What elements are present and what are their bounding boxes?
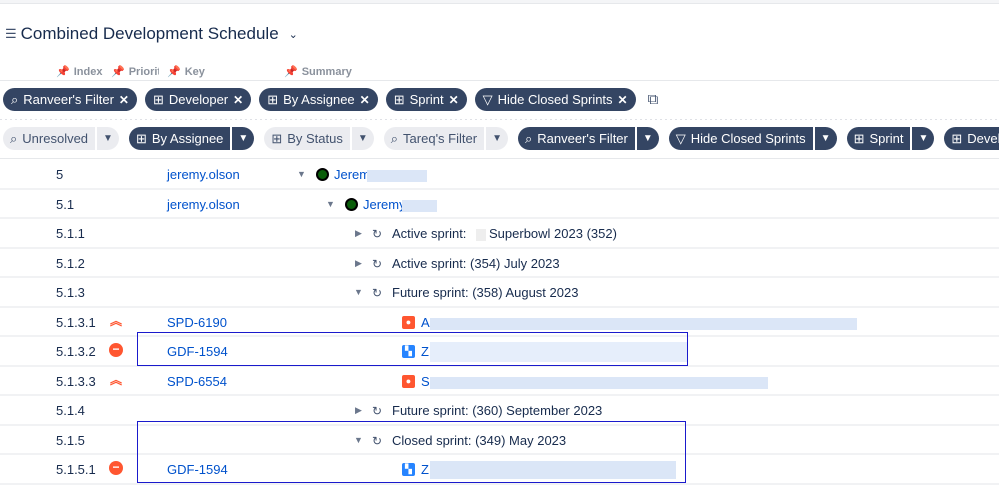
chip-ranveers-filter[interactable]: ⌕ Ranveer's Filter ✕ [3,88,137,111]
chip-by-assignee[interactable]: ⊞ By Assignee ✕ [259,88,378,111]
collapse-arrow-icon[interactable]: ▼ [354,435,363,445]
table-row[interactable]: 5.1.3.2 − GDF-1594 ▚ Z [0,337,999,367]
chevron-down-icon[interactable]: ▼ [912,127,935,150]
table-row[interactable]: 5 jeremy.olson ▼ Jerem [0,160,999,190]
sprint-icon: ↻ [372,286,383,300]
collapse-arrow-icon[interactable]: ▼ [354,287,363,297]
avatar [345,197,358,211]
bug-icon: ● [402,315,415,329]
pin-icon: 📌 [111,66,125,78]
table-row[interactable]: 5.1.3.1 ︽ SPD-6190 ● A [0,308,999,337]
chevron-down-icon[interactable]: ▼ [97,127,119,150]
close-icon[interactable]: ✕ [233,93,243,107]
pin-icon: 📌 [167,66,181,78]
sprint-icon: ↻ [372,404,383,418]
close-icon[interactable]: ✕ [449,93,459,107]
table-row[interactable]: 5.1.3.3 ︽ SPD-6554 ● S [0,367,999,396]
column-header-key[interactable]: 📌 Key [167,65,205,79]
table-row[interactable]: 5.1.4 ▶ ↻ Future sprint: (360) September… [0,396,999,426]
expand-arrow-icon[interactable]: ▶ [355,258,362,269]
bug-icon: ● [402,374,415,388]
chevron-down-icon[interactable]: ▼ [486,127,508,150]
structure-selector[interactable]: ☰ Combined Development Schedule ⌄ [5,24,298,44]
chevron-down-icon[interactable]: ▼ [351,127,374,150]
filter-icon: ▽ [482,91,493,107]
pin-icon: 📌 [284,66,298,78]
group-icon: ⊞ [267,91,279,107]
quick-filter-ranveers-filter[interactable]: ⌕ Ranveer's Filter ▼ [517,127,659,150]
table-row[interactable]: 5.1.1 ▶ ↻ Active sprint: Superbowl 2023 … [0,219,999,249]
group-icon: ⊞ [271,130,283,146]
chip-sprint[interactable]: ⊞ Sprint ✕ [385,88,467,111]
chip-developer[interactable]: ⊞ Developer ✕ [144,88,252,111]
redacted-text [430,376,768,389]
divider [0,158,999,159]
page-title: Combined Development Schedule [20,24,279,43]
quick-filters: ⌕ Unresolved ▼ ⊞ By Assignee ▼ ⊞ By Status ▼ ⌕… [3,127,999,150]
redacted-text [367,170,427,182]
chip-hide-closed-sprints[interactable]: ▽ Hide Closed Sprints ✕ [474,88,636,111]
pin-icon: 📌 [56,66,70,78]
quick-filter-sprint[interactable]: ⊞ Sprint ▼ [846,127,935,150]
column-header-summary[interactable]: 📌 Summary [284,65,352,79]
quick-filter-unresolved[interactable]: ⌕ Unresolved ▼ [3,127,119,150]
redacted-text [430,342,688,362]
priority-blocker-icon: − [109,461,123,475]
close-icon[interactable]: ✕ [618,93,628,107]
top-bar [0,0,999,4]
quick-filter-by-status[interactable]: ⊞ By Status ▼ [264,127,374,150]
expand-arrow-icon[interactable]: ▶ [355,228,362,239]
column-header-index[interactable]: 📌 Index [56,65,104,79]
redacted-text [476,229,486,241]
dotted-divider [0,119,999,120]
table-row[interactable]: 5.1.3 ▼ ↻ Future sprint: (358) August 20… [0,278,999,308]
subtask-icon: ▚ [402,345,415,358]
active-transforms: ⌕ Ranveer's Filter ✕ ⊞ Developer ✕ ⊞ By Assig… [3,88,658,111]
filter-search-icon: ⌕ [524,130,533,146]
column-header-priority[interactable]: 📌Priority [111,65,159,79]
redacted-text [430,317,857,330]
table-row[interactable]: 5.1.2 ▶ ↻ Active sprint: (354) July 2023 [0,249,999,278]
group-icon: ⊞ [393,91,405,107]
chevron-down-icon[interactable]: ▼ [232,127,255,150]
table-row[interactable]: 5.1.5 ▼ ↻ Closed sprint: (349) May 2023 [0,426,999,455]
quick-filter-hide-closed-sprints[interactable]: ▽ Hide Closed Sprints ▼ [668,127,837,150]
group-icon: ⊞ [135,130,147,146]
layers-icon[interactable]: ⧉ [648,91,659,108]
structure-grid: 5 jeremy.olson ▼ Jerem 5.1 jeremy.olson … [0,160,999,485]
avatar [316,168,329,181]
filter-search-icon: ⌕ [390,130,399,146]
quick-filter-tareqs-filter[interactable]: ⌕ Tareq's Filter ▼ [383,127,508,150]
collapse-arrow-icon[interactable]: ▼ [297,169,306,179]
table-row[interactable]: 5.1 jeremy.olson ▼ Jeremy [0,190,999,219]
quick-filter-developer[interactable]: ⊞Develop [944,127,999,150]
chevron-down-icon[interactable]: ▼ [814,127,837,150]
structure-icon: ☰ [5,26,17,41]
collapse-arrow-icon[interactable]: ▼ [326,199,335,209]
expand-arrow-icon[interactable]: ▶ [355,405,362,416]
group-icon: ⊞ [853,130,865,146]
quick-filter-by-assignee[interactable]: ⊞ By Assignee ▼ [128,127,255,150]
group-icon: ⊞ [152,91,164,107]
priority-highest-icon: ︽ [109,313,122,328]
close-icon[interactable]: ✕ [119,93,129,107]
chevron-down-icon[interactable]: ▼ [636,127,659,150]
sprint-icon: ↻ [372,227,383,241]
table-row[interactable]: 5.1.5.1 − GDF-1594 ▚ Z [0,455,999,485]
sprint-icon: ↻ [372,433,383,448]
priority-blocker-icon: − [109,343,123,357]
filter-search-icon: ⌕ [10,130,18,146]
filter-icon: ▽ [675,130,686,146]
filter-search-icon: ⌕ [11,91,19,107]
divider [0,80,999,81]
close-icon[interactable]: ✕ [360,93,370,107]
group-icon: ⊞ [951,130,963,146]
redacted-text [402,199,437,212]
subtask-icon: ▚ [402,463,415,476]
sprint-icon: ↻ [372,256,383,271]
chevron-down-icon[interactable]: ⌄ [289,28,298,41]
priority-highest-icon: ︽ [109,372,122,387]
redacted-text [430,461,676,479]
